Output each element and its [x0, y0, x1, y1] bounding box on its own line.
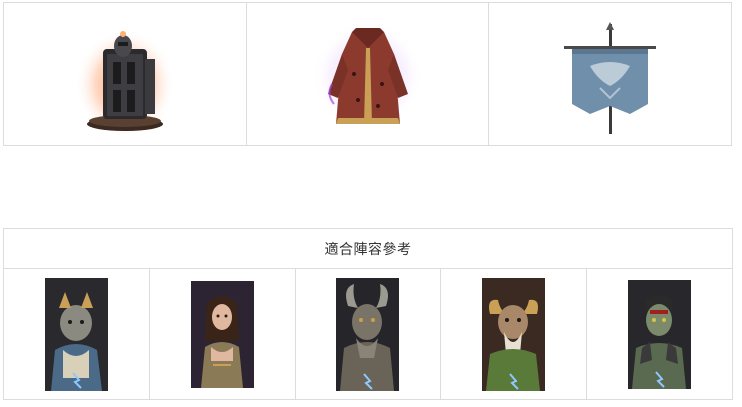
item-cell-lantern-armor	[4, 3, 247, 145]
hero-portrait-icon	[44, 277, 108, 391]
hero-portrait-icon	[190, 280, 254, 388]
hero-row	[4, 269, 732, 399]
item-cell-crimson-robe	[247, 3, 490, 145]
hero-cell-5	[587, 269, 732, 399]
hero-portrait-icon	[628, 279, 692, 389]
item-table	[3, 2, 732, 146]
hero-cell-2	[150, 269, 296, 399]
team-reference-table: 適合陣容參考	[3, 228, 733, 400]
hero-portrait-icon	[336, 277, 400, 391]
hero-cell-4	[441, 269, 588, 399]
hero-cell-1	[4, 269, 150, 399]
team-table-title: 適合陣容參考	[4, 229, 732, 269]
banner-icon	[564, 22, 657, 134]
robe-icon	[312, 21, 423, 131]
iron-maiden-armor-icon	[74, 24, 175, 134]
item-cell-war-banner	[489, 3, 731, 145]
hero-cell-3	[296, 269, 442, 399]
hero-portrait-icon	[482, 277, 546, 391]
